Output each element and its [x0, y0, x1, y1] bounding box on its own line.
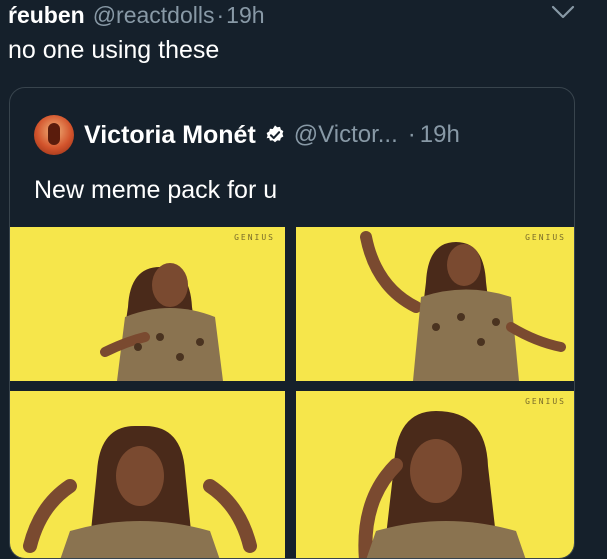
quoted-tweet[interactable]: Victoria Monét @Victor... · 19h New meme… [9, 87, 575, 559]
person-illustration [23, 426, 257, 558]
quoted-separator-dot: · [407, 121, 416, 148]
quoted-tweet-text: New meme pack for u [34, 176, 278, 204]
tweet-text: no one using these [8, 36, 220, 64]
verified-badge-icon [266, 125, 284, 143]
chevron-down-icon[interactable] [551, 4, 575, 20]
tweet-header: ŕeuben @reactdolls · 19h [8, 0, 265, 30]
quoted-tweet-header: Victoria Monét @Victor... · 19h [34, 115, 460, 155]
person-illustration [100, 263, 223, 381]
avatar[interactable] [34, 115, 74, 155]
quoted-user-handle: @Victor... [293, 121, 398, 148]
person-illustration [360, 231, 566, 381]
user-handle[interactable]: @reactdolls [93, 2, 215, 29]
meme-image-2[interactable]: GENIUS [296, 227, 574, 381]
meme-image-4[interactable]: GENIUS [296, 391, 574, 558]
quoted-timestamp: 19h [419, 121, 460, 148]
meme-image-3[interactable] [10, 391, 285, 558]
display-name[interactable]: ŕeuben [8, 2, 85, 29]
separator-dot: · [216, 1, 225, 28]
person-illustration [358, 411, 526, 558]
timestamp[interactable]: 19h [226, 2, 264, 29]
media-grid: GENIUS GENIUS GENIUS [10, 227, 574, 558]
meme-image-1[interactable]: GENIUS [10, 227, 285, 381]
quoted-display-name: Victoria Monét [84, 120, 256, 149]
